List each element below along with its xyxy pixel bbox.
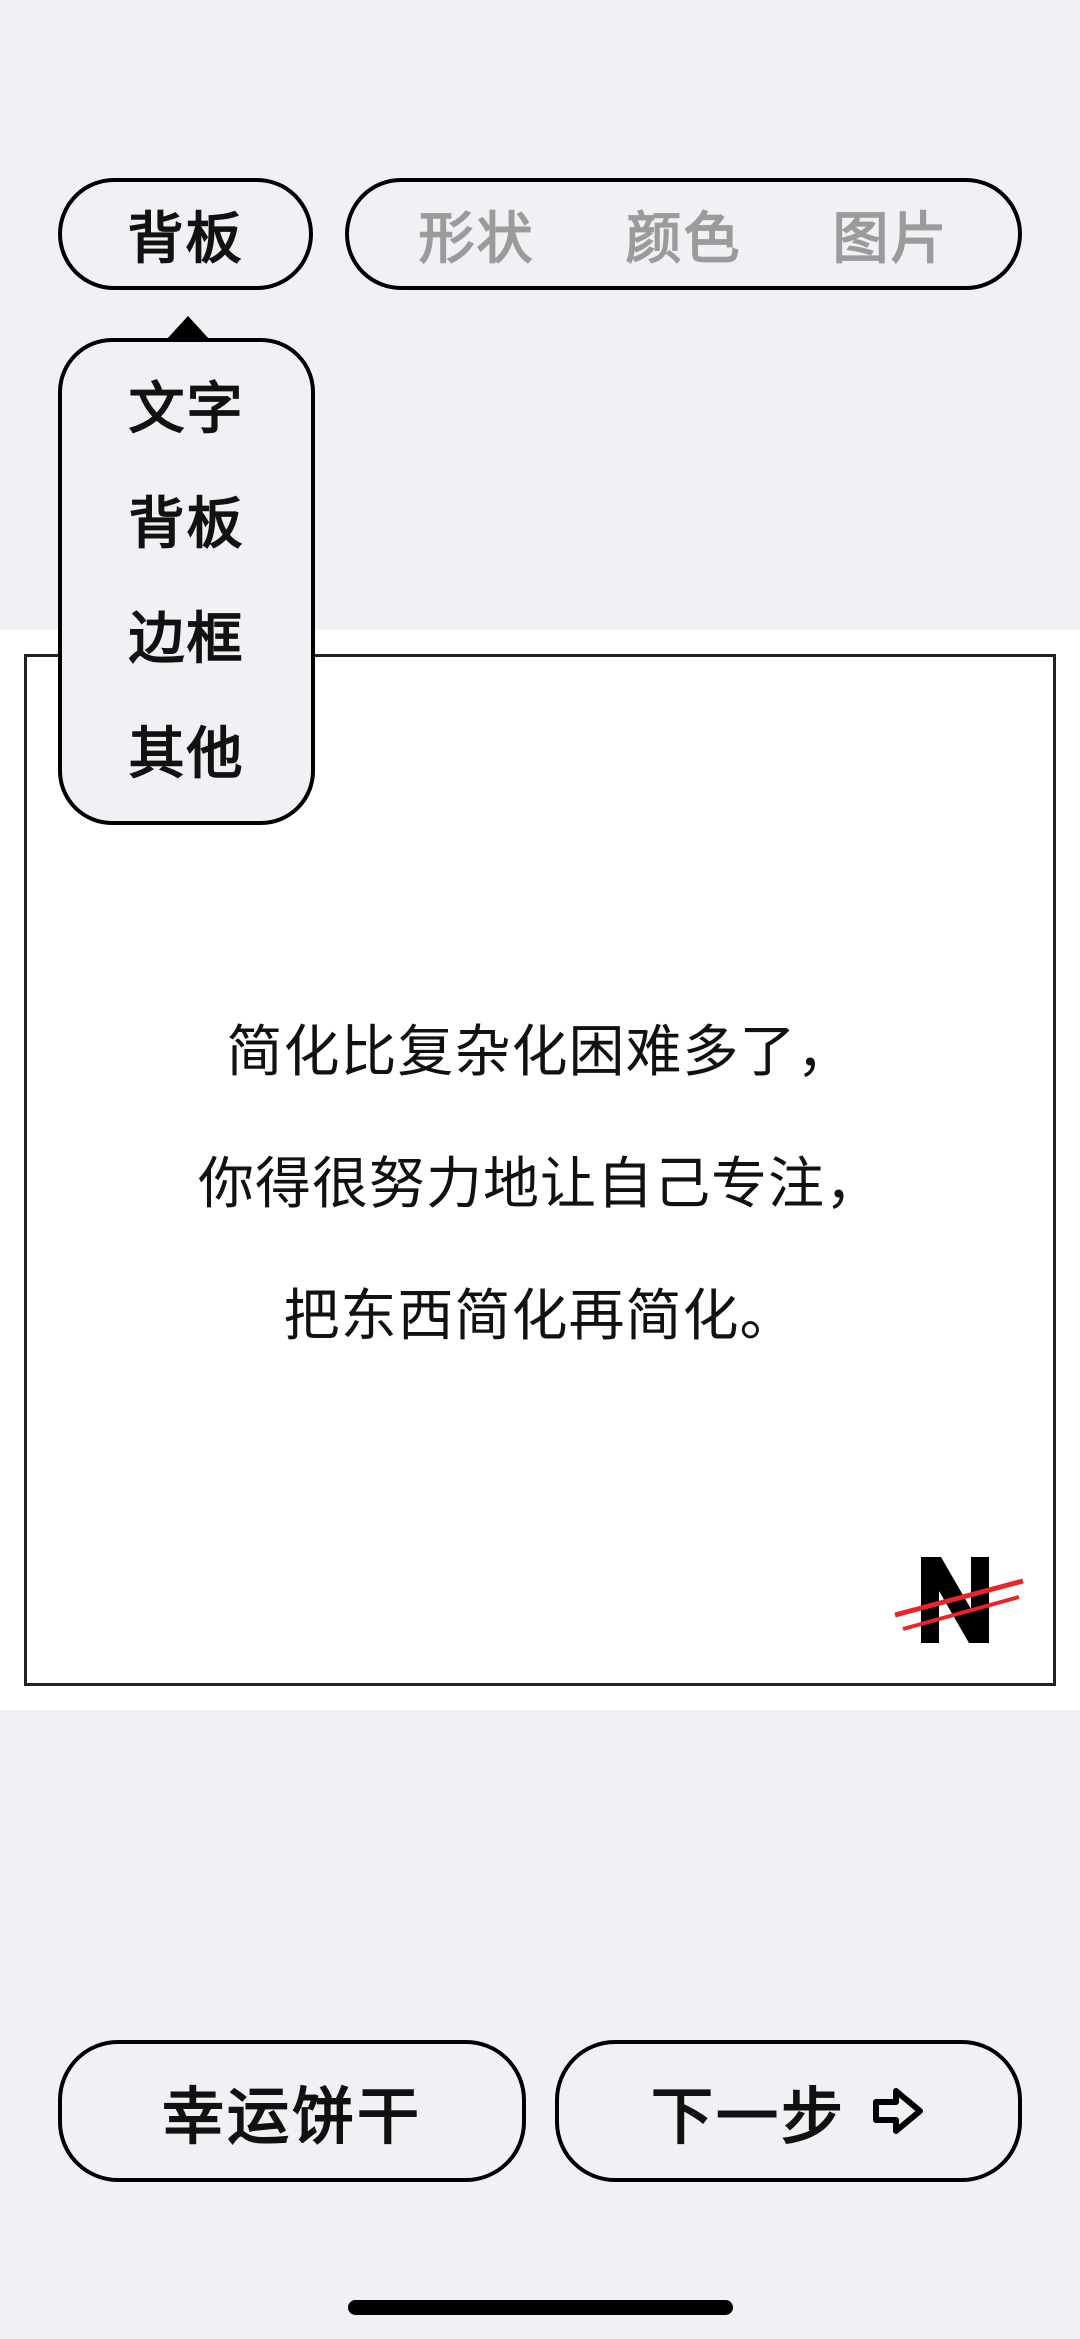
n-logo-icon <box>894 1557 1024 1643</box>
option-tabs: 形状 颜色 图片 <box>345 178 1022 290</box>
next-step-label: 下一步 <box>650 2080 846 2153</box>
menu-item-background[interactable]: 背板 <box>129 467 245 582</box>
category-selector-button[interactable]: 背板 <box>58 178 313 290</box>
tab-shape[interactable]: 形状 <box>419 194 535 275</box>
category-dropdown-menu: 文字 背板 边框 其他 <box>58 338 315 825</box>
fortune-cookie-label: 幸运饼干 <box>161 2080 422 2153</box>
quote-line: 你得很努力地让自己专注， <box>198 1152 882 1217</box>
tab-color[interactable]: 颜色 <box>626 194 742 275</box>
quote-text: 简化比复杂化困难多了， 你得很努力地让自己专注， 把东西简化再简化。 <box>27 987 1053 1383</box>
menu-item-other[interactable]: 其他 <box>129 697 245 812</box>
menu-item-text[interactable]: 文字 <box>129 352 245 467</box>
tab-image[interactable]: 图片 <box>833 194 949 275</box>
dropdown-caret-icon <box>166 316 210 340</box>
quote-line: 把东西简化再简化。 <box>283 1284 797 1349</box>
menu-item-border[interactable]: 边框 <box>129 582 245 697</box>
home-indicator[interactable] <box>348 2300 733 2315</box>
next-step-button[interactable]: 下一步 <box>555 2040 1022 2182</box>
fortune-cookie-button[interactable]: 幸运饼干 <box>58 2040 526 2182</box>
quote-line: 简化比复杂化困难多了， <box>226 1020 854 1085</box>
category-selector-label: 背板 <box>127 206 244 272</box>
editor-screen: 背板 形状 颜色 图片 简化比复杂化困难多了， 你得很努力地让自己专注， 把东西… <box>0 0 1080 2339</box>
arrow-right-icon <box>873 2088 923 2134</box>
